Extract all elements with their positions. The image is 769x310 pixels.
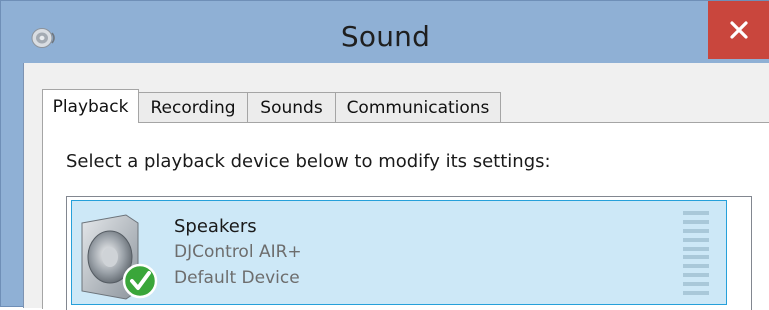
close-button[interactable] [708, 1, 769, 59]
device-name: Speakers [174, 216, 257, 237]
playback-panel: Select a playback device below to modify… [42, 122, 769, 310]
tab-sounds[interactable]: Sounds [247, 92, 336, 122]
sound-dialog: Sound Playback Recording Sounds Communic… [0, 0, 769, 310]
default-check-icon [122, 263, 158, 299]
playback-instruction: Select a playback device below to modify… [66, 151, 551, 172]
device-list[interactable]: Speakers DJControl AIR+ Default Device [66, 196, 752, 310]
speaker-device-icon [78, 213, 160, 301]
tab-playback[interactable]: Playback [42, 89, 139, 123]
tab-sounds-label: Sounds [260, 97, 323, 118]
device-status: Default Device [174, 268, 300, 288]
device-row-speakers[interactable]: Speakers DJControl AIR+ Default Device [71, 200, 727, 305]
tab-recording[interactable]: Recording [138, 92, 248, 122]
tab-playback-label: Playback [52, 96, 129, 117]
device-description: DJControl AIR+ [174, 242, 302, 262]
dialog-body: Playback Recording Sounds Communications… [23, 63, 769, 310]
volume-level-meter [683, 211, 709, 295]
title-bar[interactable]: Sound [1, 1, 769, 63]
close-icon [730, 21, 748, 39]
window-title: Sound [340, 20, 431, 53]
tab-recording-label: Recording [150, 97, 236, 118]
tab-communications-label: Communications [346, 97, 490, 118]
tab-communications[interactable]: Communications [335, 92, 501, 122]
